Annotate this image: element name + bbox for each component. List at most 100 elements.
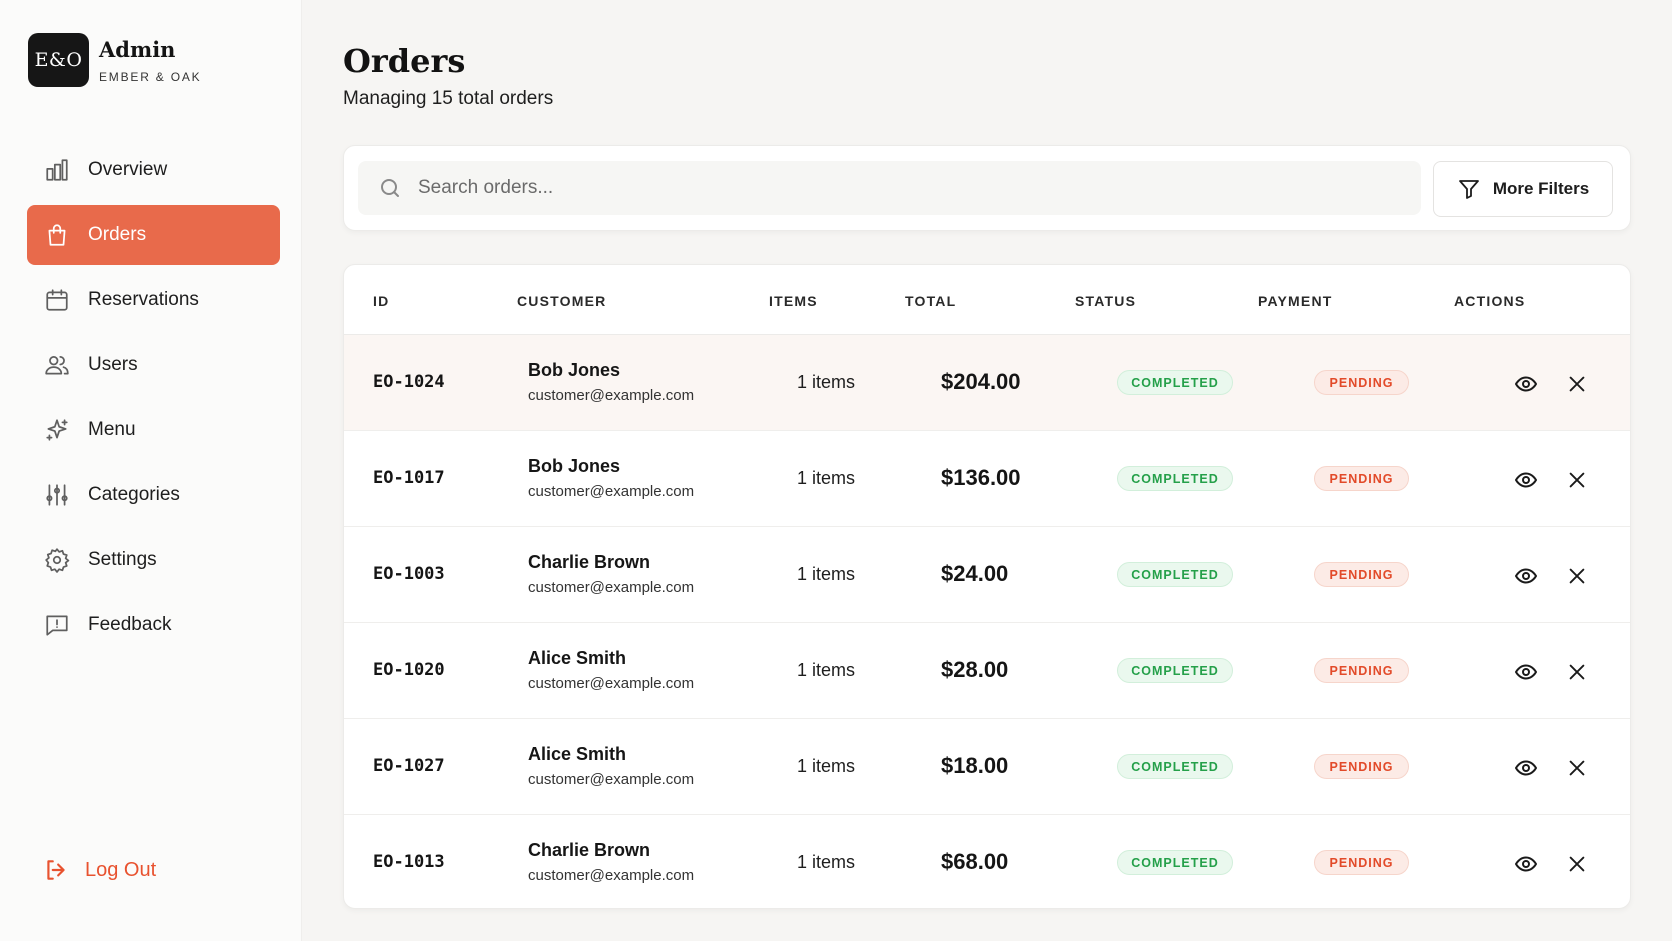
- sidebar-item-feedback[interactable]: Feedback: [27, 595, 280, 655]
- close-icon: [1569, 664, 1585, 680]
- view-order-button[interactable]: [1513, 467, 1539, 493]
- table-row[interactable]: EO-1017 Bob Jones customer@example.com 1…: [344, 431, 1630, 527]
- cancel-order-button[interactable]: [1564, 371, 1590, 397]
- cancel-order-button[interactable]: [1564, 851, 1590, 877]
- view-order-button[interactable]: [1513, 851, 1539, 877]
- logout-button[interactable]: Log Out: [43, 857, 156, 883]
- order-items: 1 items: [797, 372, 856, 392]
- order-total: $28.00: [941, 657, 1009, 682]
- table-row[interactable]: EO-1024 Bob Jones customer@example.com 1…: [344, 335, 1630, 431]
- eye-icon: [1515, 376, 1537, 392]
- sidebar-item-reservations[interactable]: Reservations: [27, 270, 280, 330]
- status-badge: COMPLETED: [1117, 850, 1233, 875]
- close-icon: [1569, 856, 1585, 872]
- search-icon: [381, 179, 399, 197]
- filter-bar: More Filters: [343, 145, 1631, 231]
- status-badge: COMPLETED: [1117, 562, 1233, 587]
- page-subtitle: Managing 15 total orders: [343, 88, 554, 109]
- status-badge: COMPLETED: [1117, 754, 1233, 779]
- customer-email: customer@example.com: [528, 771, 695, 788]
- message-alert-icon: [43, 611, 71, 639]
- cancel-order-button[interactable]: [1564, 659, 1590, 685]
- sidebar-item-orders[interactable]: Orders: [27, 205, 280, 265]
- order-id: EO-1020: [373, 660, 445, 680]
- order-id: EO-1003: [373, 564, 445, 584]
- table-header: ID CUSTOMER ITEMS TOTAL STATUS PAYMENT A…: [344, 265, 1630, 335]
- search-box[interactable]: [358, 161, 1421, 215]
- calendar-icon: [43, 286, 71, 314]
- sidebar-item-label: Menu: [88, 419, 136, 440]
- view-order-button[interactable]: [1513, 563, 1539, 589]
- payment-badge: PENDING: [1314, 754, 1409, 779]
- order-total: $24.00: [941, 561, 1009, 586]
- sidebar-item-label: Overview: [88, 159, 168, 180]
- eye-icon: [1515, 856, 1537, 872]
- eye-icon: [1515, 664, 1537, 680]
- column-header-items: ITEMS: [769, 293, 818, 309]
- shopping-bag-icon: [43, 221, 71, 249]
- cancel-order-button[interactable]: [1564, 563, 1590, 589]
- customer-email: customer@example.com: [528, 579, 695, 596]
- sidebar: E&O Admin EMBER & OAK Overview Orders Re…: [0, 0, 302, 941]
- order-id: EO-1027: [373, 756, 445, 776]
- brand-title: Admin: [99, 36, 176, 62]
- table-body: EO-1024 Bob Jones customer@example.com 1…: [344, 335, 1630, 908]
- order-total: $68.00: [941, 849, 1009, 874]
- view-order-button[interactable]: [1513, 371, 1539, 397]
- customer-name: Alice Smith: [528, 648, 627, 668]
- search-input[interactable]: [418, 177, 1318, 199]
- order-items: 1 items: [797, 564, 856, 584]
- brand-logo: E&O: [28, 33, 89, 87]
- close-icon: [1569, 568, 1585, 584]
- customer-email: customer@example.com: [528, 387, 695, 404]
- customer-name: Bob Jones: [528, 360, 621, 380]
- sidebar-item-menu[interactable]: Menu: [27, 400, 280, 460]
- column-header-actions: ACTIONS: [1454, 293, 1526, 309]
- table-row[interactable]: EO-1013 Charlie Brown customer@example.c…: [344, 815, 1630, 908]
- sidebar-item-overview[interactable]: Overview: [27, 140, 280, 200]
- order-id: EO-1024: [373, 372, 445, 392]
- more-filters-label: More Filters: [1492, 179, 1590, 198]
- customer-email: customer@example.com: [528, 483, 695, 500]
- brand-subtitle: EMBER & OAK: [99, 69, 202, 84]
- sidebar-item-label: Settings: [88, 549, 157, 570]
- brand-text: Admin EMBER & OAK: [99, 37, 202, 84]
- status-badge: COMPLETED: [1117, 370, 1233, 395]
- sliders-icon: [43, 481, 71, 509]
- table-row[interactable]: EO-1003 Charlie Brown customer@example.c…: [344, 527, 1630, 623]
- close-icon: [1569, 472, 1585, 488]
- customer-name: Charlie Brown: [528, 840, 651, 860]
- sidebar-nav: Overview Orders Reservations Users Menu: [27, 140, 280, 660]
- close-icon: [1569, 760, 1585, 776]
- customer-email: customer@example.com: [528, 675, 695, 692]
- customer-name: Bob Jones: [528, 456, 621, 476]
- sidebar-item-label: Categories: [88, 484, 180, 505]
- customer-email: customer@example.com: [528, 867, 695, 884]
- payment-badge: PENDING: [1314, 370, 1409, 395]
- payment-badge: PENDING: [1314, 850, 1409, 875]
- column-header-status: STATUS: [1075, 293, 1137, 309]
- more-filters-button[interactable]: More Filters: [1433, 161, 1613, 217]
- order-id: EO-1017: [373, 468, 445, 488]
- page-title: Orders: [343, 42, 466, 80]
- cancel-order-button[interactable]: [1564, 755, 1590, 781]
- table-row[interactable]: EO-1020 Alice Smith customer@example.com…: [344, 623, 1630, 719]
- view-order-button[interactable]: [1513, 755, 1539, 781]
- order-items: 1 items: [797, 852, 856, 872]
- gear-icon: [43, 546, 71, 574]
- payment-badge: PENDING: [1314, 658, 1409, 683]
- table-row[interactable]: EO-1027 Alice Smith customer@example.com…: [344, 719, 1630, 815]
- eye-icon: [1515, 568, 1537, 584]
- column-header-total: TOTAL: [905, 293, 957, 309]
- sidebar-item-users[interactable]: Users: [27, 335, 280, 395]
- sidebar-item-categories[interactable]: Categories: [27, 465, 280, 525]
- view-order-button[interactable]: [1513, 659, 1539, 685]
- orders-table: ID CUSTOMER ITEMS TOTAL STATUS PAYMENT A…: [343, 264, 1631, 909]
- cancel-order-button[interactable]: [1564, 467, 1590, 493]
- order-total: $136.00: [941, 465, 1021, 490]
- sidebar-item-settings[interactable]: Settings: [27, 530, 280, 590]
- column-header-customer: CUSTOMER: [517, 293, 607, 309]
- sidebar-item-label: Feedback: [88, 614, 172, 635]
- sidebar-item-label: Users: [88, 354, 138, 375]
- sidebar-item-label: Reservations: [88, 289, 199, 310]
